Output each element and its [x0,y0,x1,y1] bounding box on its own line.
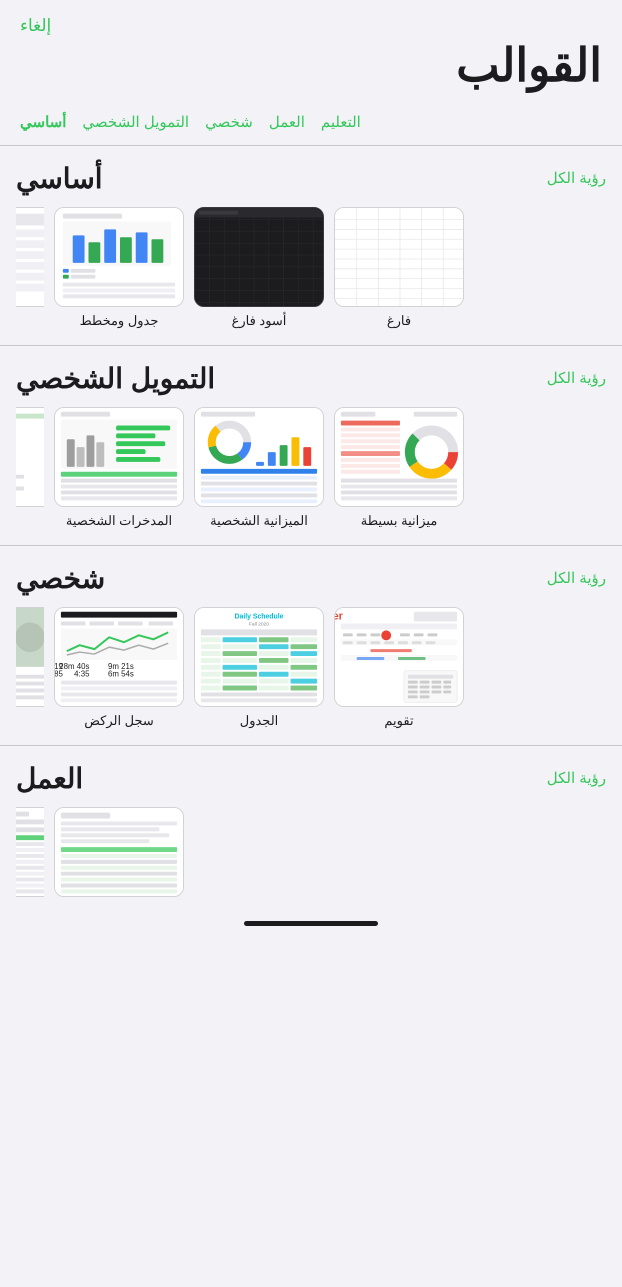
card-calendar-label: تقويم [384,713,413,729]
card-work-partial[interactable] [16,807,44,897]
personal-section: رؤية الكل شخصي [0,546,622,745]
personal-finance-section: رؤية الكل التمويل الشخصي [0,346,622,545]
basic-cards-row: جدول ومخطط [16,207,606,345]
personal-section-header: رؤية الكل شخصي [16,562,606,595]
card-personal-budget-label: الميزانية الشخصية [210,513,308,529]
card-simple-budget-label: ميزانية بسيطة [361,513,438,529]
work-section-title: العمل [16,762,83,795]
card-work-lorem[interactable] [54,807,184,897]
page-title: القوالب [20,40,602,91]
finance-see-all[interactable]: رؤية الكل [547,369,606,387]
bottom-bar [0,913,622,942]
basic-section-title: أساسي [16,162,103,195]
card-simple-budget[interactable]: ميزانية بسيطة [334,407,464,529]
tab-personal-finance[interactable]: التمويل الشخصي [78,111,193,133]
home-indicator [244,921,378,926]
basic-see-all[interactable]: رؤية الكل [547,169,606,187]
svg-text:6m 54s: 6m 54s [108,669,134,678]
svg-text:31.85: 31.85 [55,669,64,678]
work-section-header: رؤية الكل العمل [16,762,606,795]
card-personal-budget[interactable]: الميزانية الشخصية [194,407,324,529]
finance-cards-row: المدخرات الشخصية [16,407,606,545]
card-renew-partial[interactable] [16,607,44,729]
card-blank-label: فارغ [387,313,411,329]
personal-see-all[interactable]: رؤية الكل [547,569,606,587]
card-blank[interactable]: فارغ [334,207,464,329]
tab-education[interactable]: التعليم [317,111,365,133]
tab-basic[interactable]: أساسي [16,111,70,133]
svg-text:September: September [335,610,344,622]
card-savings-label: المدخرات الشخصية [66,513,172,529]
card-stocks-partial[interactable] [16,407,44,529]
basic-section-header: رؤية الكل أساسي [16,162,606,195]
card-chart-table-label: جدول ومخطط [80,313,159,329]
card-daily-schedule-label: الجدول [240,713,279,729]
finance-section-header: رؤية الكل التمويل الشخصي [16,362,606,395]
personal-section-title: شخصي [16,562,105,595]
basic-section: رؤية الكل أساسي [0,146,622,345]
card-black-label: أسود فارغ [232,313,287,329]
card-basic-partial[interactable] [16,207,44,329]
card-black-empty[interactable]: أسود فارغ [194,207,324,329]
svg-text:Fall 2020: Fall 2020 [249,621,269,627]
card-calendar[interactable]: September [334,607,464,729]
work-section: رؤية الكل العمل [0,746,622,913]
work-cards-row [16,807,606,913]
cancel-button[interactable]: إلغاء [20,16,602,36]
tab-work[interactable]: العمل [265,111,309,133]
personal-cards-row: 3.19 28m 40s 9m 21s 31.85 4:35 6m 54s سج… [16,607,606,745]
header: إلغاء القوالب [0,0,622,111]
svg-text:Daily Schedule: Daily Schedule [235,613,284,620]
tabs-row: أساسي التمويل الشخصي شخصي العمل التعليم [0,111,622,145]
tab-personal[interactable]: شخصي [201,111,257,133]
finance-section-title: التمويل الشخصي [16,362,215,395]
svg-text:4:35: 4:35 [74,669,90,678]
card-daily-schedule[interactable]: Daily Schedule Fall 2020 [194,607,324,729]
card-chart-table[interactable]: جدول ومخطط [54,207,184,329]
work-see-all[interactable]: رؤية الكل [547,769,606,787]
card-running-log-label: سجل الركض [84,713,154,729]
card-personal-savings[interactable]: المدخرات الشخصية [54,407,184,529]
card-running-log[interactable]: 3.19 28m 40s 9m 21s 31.85 4:35 6m 54s سج… [54,607,184,729]
